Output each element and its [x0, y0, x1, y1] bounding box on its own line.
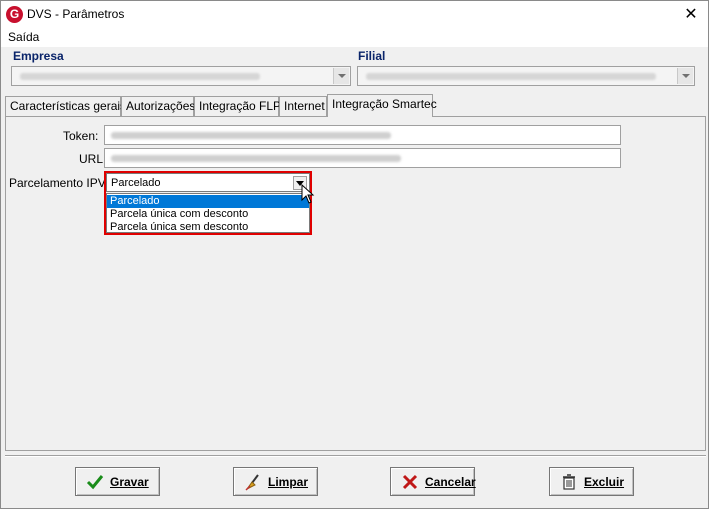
url-label: URL	[79, 152, 104, 166]
filial-select[interactable]	[357, 66, 695, 86]
gravar-button[interactable]: Gravar	[75, 467, 160, 496]
tab-integracao-flp[interactable]: Integração FLP	[194, 96, 281, 116]
parametros-window: G DVS - Parâmetros ✕ Saída Empresa Filia…	[0, 0, 709, 509]
cancelar-label: Cancelar	[425, 475, 476, 489]
chevron-down-icon[interactable]	[677, 68, 693, 84]
excluir-button[interactable]: Excluir	[549, 467, 634, 496]
menu-bar: Saída	[1, 28, 708, 47]
ipva-option-unica-sem-desconto[interactable]: Parcela única sem desconto	[107, 221, 309, 234]
tab-integracao-smartec[interactable]: Integração Smartec	[327, 94, 437, 117]
ipva-option-unica-com-desconto[interactable]: Parcela única com desconto	[107, 208, 309, 221]
footer-divider	[5, 455, 706, 457]
url-field[interactable]	[104, 148, 621, 168]
mouse-cursor-icon	[301, 184, 315, 204]
trash-icon	[560, 473, 578, 491]
token-label: Token:	[63, 129, 99, 143]
gravar-label: Gravar	[110, 475, 149, 489]
empresa-select[interactable]	[11, 66, 351, 86]
ipva-selected-value: Parcelado	[111, 177, 161, 189]
limpar-button[interactable]: Limpar	[233, 467, 318, 496]
cancelar-button[interactable]: Cancelar	[390, 467, 476, 496]
window-title: DVS - Parâmetros	[27, 7, 125, 21]
empresa-group: Empresa	[8, 49, 353, 89]
empresa-label: Empresa	[13, 49, 64, 63]
check-icon	[86, 473, 104, 491]
title-bar: G DVS - Parâmetros ✕	[1, 1, 708, 28]
excluir-label: Excluir	[584, 475, 625, 489]
ipva-option-parcelado[interactable]: Parcelado	[107, 195, 309, 208]
broom-icon	[244, 473, 262, 491]
x-icon	[401, 473, 419, 491]
filial-group: Filial	[353, 49, 697, 89]
ipva-label: Parcelamento IPVA	[9, 176, 113, 190]
close-button[interactable]: ✕	[674, 1, 708, 28]
chevron-down-icon[interactable]	[333, 68, 349, 84]
ipva-select[interactable]: Parcelado	[106, 173, 310, 192]
ipva-dropdown-list: Parcelado Parcela única com desconto Par…	[106, 193, 310, 233]
menu-item-saida[interactable]: Saída	[8, 30, 39, 44]
token-field[interactable]	[104, 125, 621, 145]
limpar-label: Limpar	[268, 475, 309, 489]
app-logo-icon: G	[6, 6, 23, 23]
tab-internet[interactable]: Internet	[279, 96, 327, 116]
ipva-select-highlight: Parcelado Parcelado Parcela única com de…	[104, 171, 312, 235]
tab-autorizacoes[interactable]: Autorizações	[121, 96, 195, 116]
tab-caracteristicas-gerais[interactable]: Características gerais	[5, 96, 126, 116]
filial-label: Filial	[358, 49, 386, 63]
